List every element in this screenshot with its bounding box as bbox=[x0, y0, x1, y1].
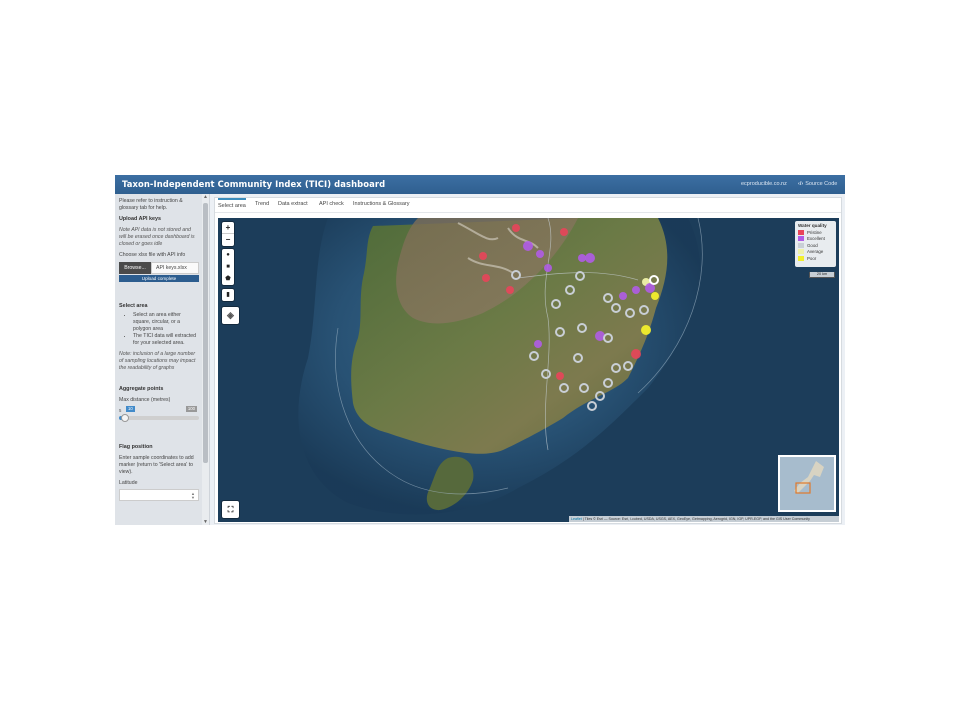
choose-file-label: Choose xlsx file with API info bbox=[119, 252, 186, 258]
app-title: Taxon-Independent Community Index (TICI)… bbox=[122, 179, 386, 189]
legend-swatch bbox=[798, 242, 804, 248]
slider-value: 10 bbox=[126, 406, 135, 412]
legend-label: Poor bbox=[807, 255, 817, 261]
sample-marker[interactable] bbox=[556, 372, 564, 380]
water-quality-legend: Water quality Pristine Excellent Good Av… bbox=[795, 221, 836, 267]
latitude-input[interactable]: ▲ ▼ bbox=[119, 489, 199, 501]
sample-marker[interactable] bbox=[544, 264, 552, 272]
layers-button[interactable]: ◈ bbox=[222, 307, 239, 324]
sample-marker[interactable] bbox=[578, 254, 586, 262]
draw-polygon-icon[interactable]: ⬟ bbox=[222, 273, 234, 285]
sidebar-scrollbar[interactable]: ▲ ▼ bbox=[202, 194, 209, 525]
draw-circle-icon[interactable]: ● bbox=[222, 249, 234, 261]
sample-marker[interactable] bbox=[479, 252, 487, 260]
minimap-view bbox=[780, 457, 834, 510]
slider-max: 100 bbox=[185, 406, 197, 412]
zoom-in-button[interactable]: + bbox=[222, 222, 234, 234]
slider-min: 5 bbox=[119, 408, 122, 413]
latitude-label: Latitude bbox=[119, 480, 138, 486]
scroll-up-icon[interactable]: ▲ bbox=[203, 194, 208, 200]
source-code-link[interactable]: ‹/› Source Code bbox=[798, 181, 837, 187]
select-area-instructions: Select an area either square, circular, … bbox=[119, 312, 199, 347]
legend-label: Good bbox=[807, 242, 818, 248]
leaflet-link[interactable]: Leaflet bbox=[571, 517, 582, 521]
trash-icon: ▮ bbox=[226, 292, 230, 298]
max-distance-label: Max distance (metres) bbox=[119, 397, 171, 403]
select-area-note: Note: inclusion of a large number of sam… bbox=[119, 351, 196, 371]
flag-heading: Flag position bbox=[119, 444, 153, 450]
zoom-control: + − bbox=[222, 222, 234, 246]
list-item: Select an area either square, circular, … bbox=[133, 312, 199, 333]
main-content: Select area Trend Data extract API check… bbox=[211, 194, 845, 525]
list-item: The TICI data will extracted for your se… bbox=[133, 333, 199, 347]
fullscreen-icon: ⛶ bbox=[227, 505, 234, 514]
layers-icon: ◈ bbox=[227, 310, 234, 320]
upload-heading: Upload API keys bbox=[119, 216, 162, 222]
sidebar: Please refer to instruction & glossary t… bbox=[115, 194, 210, 525]
sample-marker[interactable] bbox=[560, 228, 568, 236]
fullscreen-button[interactable]: ⛶ bbox=[222, 501, 239, 518]
select-area-heading: Select area bbox=[119, 303, 148, 309]
minimap[interactable] bbox=[778, 455, 836, 512]
code-icon: ‹/› bbox=[798, 181, 804, 187]
scale-bar: 20 km bbox=[809, 272, 835, 278]
legend-item: Poor bbox=[798, 255, 833, 262]
dashboard-app: Taxon-Independent Community Index (TICI)… bbox=[115, 175, 845, 525]
browse-button[interactable]: Browse... bbox=[119, 262, 151, 274]
intro-text: Please refer to instruction & glossary t… bbox=[119, 198, 183, 211]
satellite-basemap bbox=[218, 218, 839, 522]
tab-data-extract[interactable]: Data extract bbox=[278, 201, 308, 207]
sample-marker[interactable] bbox=[585, 253, 595, 263]
legend-swatch bbox=[798, 236, 804, 242]
slider-labels: 5 10 100 bbox=[119, 406, 199, 414]
draw-toolbar: ● ■ ⬟ bbox=[222, 249, 234, 285]
sample-marker[interactable] bbox=[651, 292, 659, 300]
tab-panel: Select area Trend Data extract API check… bbox=[214, 197, 842, 524]
scroll-down-icon[interactable]: ▼ bbox=[203, 519, 208, 525]
source-code-label: Source Code bbox=[805, 181, 838, 187]
scrollbar-thumb[interactable] bbox=[203, 203, 208, 463]
map-attribution: Leaflet | Tiles © Esri — Source: Esri, i… bbox=[569, 516, 839, 522]
flag-instructions: Enter sample coordinates to add marker (… bbox=[119, 455, 194, 475]
tab-api-check[interactable]: API check bbox=[319, 201, 344, 207]
sample-marker[interactable] bbox=[534, 340, 542, 348]
sample-marker[interactable] bbox=[512, 224, 520, 232]
spinner-icon[interactable]: ▲ ▼ bbox=[191, 492, 195, 500]
delete-shapes-button[interactable]: ▮ bbox=[222, 289, 234, 301]
sample-marker[interactable] bbox=[482, 274, 490, 282]
tab-select-area[interactable]: Select area bbox=[218, 198, 246, 209]
legend-swatch bbox=[798, 249, 804, 255]
legend-title: Water quality bbox=[798, 223, 827, 228]
zoom-out-button[interactable]: − bbox=[222, 234, 234, 246]
sample-marker[interactable] bbox=[631, 349, 641, 359]
map-view[interactable]: + − ● ■ ⬟ ▮ ◈ ⛶ Water quality Pristine E… bbox=[218, 218, 839, 522]
aggregate-heading: Aggregate points bbox=[119, 386, 164, 392]
sample-marker[interactable] bbox=[536, 250, 544, 258]
upload-progress-bar: Upload complete bbox=[119, 275, 199, 282]
upload-note: Note API data is not stored and will be … bbox=[119, 227, 195, 247]
legend-swatch bbox=[798, 229, 804, 235]
sample-marker[interactable] bbox=[506, 286, 514, 294]
sample-marker[interactable] bbox=[619, 292, 627, 300]
legend-label: Average bbox=[807, 249, 824, 255]
attribution-text: | Tiles © Esri — Source: Esri, i-cubed, … bbox=[581, 517, 810, 521]
top-bar: Taxon-Independent Community Index (TICI)… bbox=[115, 175, 845, 194]
website-link[interactable]: ecproducible.co.nz bbox=[741, 181, 787, 187]
legend-swatch bbox=[798, 255, 804, 261]
file-upload: Browse... API keys.xlsx bbox=[119, 262, 199, 274]
tab-trend[interactable]: Trend bbox=[255, 201, 269, 207]
tab-instructions[interactable]: Instructions & Glossary bbox=[353, 201, 410, 207]
sample-marker[interactable] bbox=[523, 241, 533, 251]
tab-bar: Select area Trend Data extract API check… bbox=[215, 198, 841, 213]
max-distance-slider[interactable] bbox=[119, 414, 199, 422]
sample-marker[interactable] bbox=[632, 286, 640, 294]
sample-marker[interactable] bbox=[641, 325, 651, 335]
file-name-field[interactable]: API keys.xlsx bbox=[151, 262, 199, 274]
legend-label: Pristine bbox=[807, 229, 822, 235]
draw-square-icon[interactable]: ■ bbox=[222, 261, 234, 273]
legend-label: Excellent bbox=[807, 236, 825, 242]
